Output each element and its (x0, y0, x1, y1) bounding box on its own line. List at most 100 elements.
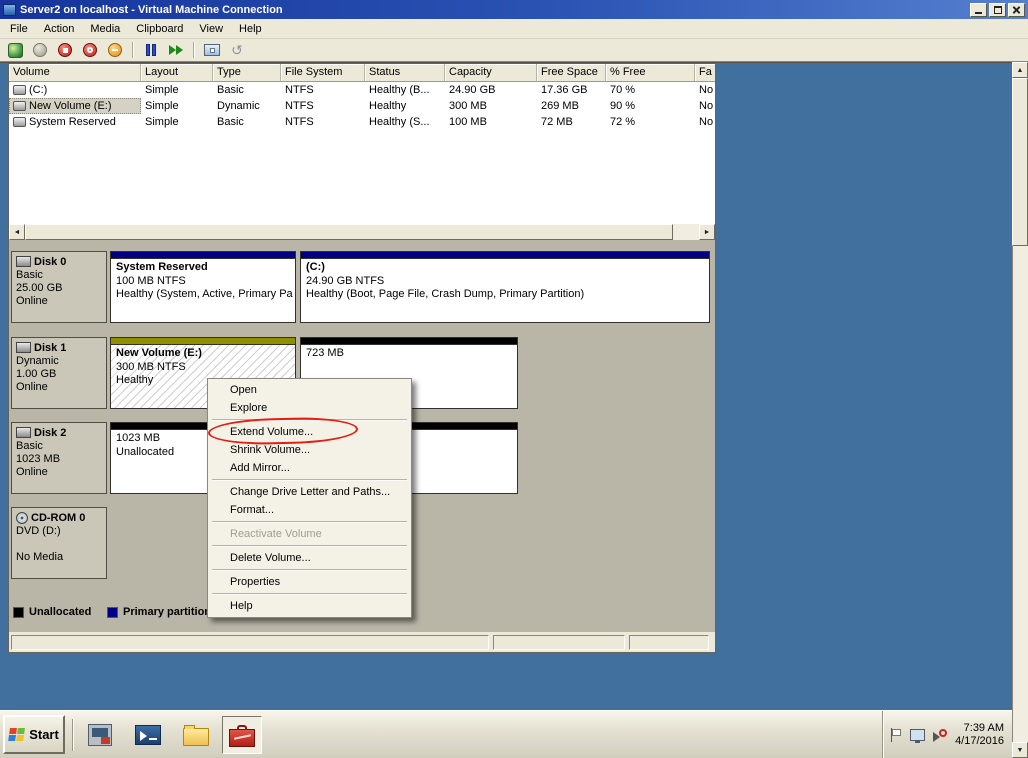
cell-capacity: 100 MB (449, 116, 487, 128)
menu-media[interactable]: Media (82, 20, 128, 38)
column-header-volume[interactable]: Volume (9, 64, 141, 82)
column-header-free-space[interactable]: Free Space (537, 64, 606, 82)
column-header-fault-tolerance[interactable]: Fa (695, 64, 715, 82)
menu-separator (212, 479, 407, 481)
disk-status: Online (16, 295, 48, 307)
quick-launch-server-manager[interactable] (80, 716, 120, 754)
close-icon (1012, 5, 1021, 14)
disk1-label-panel[interactable]: Disk 1 Dynamic 1.00 GB Online (11, 337, 107, 409)
pause-icon (146, 44, 156, 56)
network-status-icon[interactable] (910, 729, 926, 743)
ctrl-alt-del-button[interactable] (4, 40, 26, 60)
partition-c-drive[interactable]: (C:) 24.90 GB NTFS Healthy (Boot, Page F… (300, 251, 710, 323)
volume-list-horizontal-scrollbar[interactable]: ◄ ► (9, 224, 715, 240)
disk-name: Disk 1 (34, 341, 67, 354)
disk-status: Online (16, 466, 48, 478)
taskbar-separator (72, 719, 74, 751)
disk2-label-panel[interactable]: Disk 2 Basic 1023 MB Online (11, 422, 107, 494)
menu-clipboard[interactable]: Clipboard (128, 20, 191, 38)
disk-size: 1.00 GB (16, 368, 57, 380)
disk-management-icon (229, 724, 255, 747)
snapshot-button[interactable] (201, 40, 223, 60)
volume-icon (13, 117, 26, 127)
partition-title: 723 MB (306, 347, 344, 359)
maximize-button[interactable] (989, 2, 1006, 17)
notification-flag-icon[interactable] (891, 728, 902, 742)
minimize-button[interactable] (970, 2, 987, 17)
menu-view[interactable]: View (191, 20, 231, 38)
menu-item-help[interactable]: Help (210, 597, 409, 615)
scroll-up-button[interactable]: ▲ (1012, 62, 1028, 78)
partition-title: System Reserved (116, 261, 208, 273)
toolbar-separator (193, 42, 195, 58)
menu-separator (212, 593, 407, 595)
shut-down-button[interactable] (79, 40, 101, 60)
column-header-capacity[interactable]: Capacity (445, 64, 537, 82)
partition-color-bar (111, 338, 295, 345)
partition-title: (C:) (306, 261, 325, 273)
volume-row-system-reserved[interactable]: System Reserved Simple Basic NTFS Health… (9, 114, 715, 130)
start-vm-button[interactable] (29, 40, 51, 60)
menu-item-extend-volume[interactable]: Extend Volume... (210, 423, 409, 441)
taskbar-button-disk-management[interactable] (222, 716, 262, 754)
pause-button[interactable] (140, 40, 162, 60)
menu-item-delete-volume[interactable]: Delete Volume... (210, 549, 409, 567)
scroll-right-icon: ► (703, 228, 711, 236)
save-state-icon (108, 43, 122, 57)
menu-item-open[interactable]: Open (210, 381, 409, 399)
cell-fault-tolerance: No (699, 100, 714, 112)
menu-item-explore[interactable]: Explore (210, 399, 409, 417)
column-header-pct-free[interactable]: % Free (606, 64, 695, 82)
vertical-scrollbar-thumb[interactable] (1012, 78, 1028, 246)
cdrom-label-panel[interactable]: CD-ROM 0 DVD (D:) No Media (11, 507, 107, 579)
menu-file[interactable]: File (2, 20, 36, 38)
disk0-label-panel[interactable]: Disk 0 Basic 25.00 GB Online (11, 251, 107, 323)
menu-item-format[interactable]: Format... (210, 501, 409, 519)
volume-name: (C:) (29, 84, 48, 96)
horizontal-scrollbar-thumb[interactable] (25, 224, 673, 240)
save-state-button[interactable] (104, 40, 126, 60)
volume-row-new-volume-e[interactable]: New Volume (E:) Simple Dynamic NTFS Heal… (9, 98, 715, 114)
quick-launch-powershell[interactable] (128, 716, 168, 754)
reset-button[interactable] (165, 40, 187, 60)
cd-rom-icon (16, 511, 28, 524)
partition-title: New Volume (E:) (116, 347, 202, 359)
volume-row-c[interactable]: (C:) Simple Basic NTFS Healthy (B... 24.… (9, 82, 715, 98)
column-header-status[interactable]: Status (365, 64, 445, 82)
scroll-left-button[interactable]: ◄ (9, 224, 25, 240)
cell-free-space: 17.36 GB (541, 84, 588, 96)
scroll-left-icon: ◄ (13, 228, 21, 236)
menu-action[interactable]: Action (36, 20, 83, 38)
vm-vertical-scrollbar[interactable]: ▲ ▼ (1012, 62, 1028, 758)
quick-launch-explorer[interactable] (176, 716, 216, 754)
start-button[interactable]: Start (3, 715, 65, 754)
column-header-layout[interactable]: Layout (141, 64, 213, 82)
primary-partition-swatch (107, 606, 118, 618)
menu-separator (212, 419, 407, 421)
cell-type: Dynamic (217, 100, 260, 112)
status-panel (629, 634, 709, 650)
scroll-up-icon: ▲ (1016, 66, 1024, 74)
folder-icon (183, 725, 209, 746)
snapshot-icon (204, 44, 220, 56)
column-header-type[interactable]: Type (213, 64, 281, 82)
tray-clock[interactable]: 7:39 AM 4/17/2016 (955, 722, 1004, 748)
menu-item-properties[interactable]: Properties (210, 573, 409, 591)
menu-item-shrink-volume[interactable]: Shrink Volume... (210, 441, 409, 459)
menu-item-add-mirror[interactable]: Add Mirror... (210, 459, 409, 477)
revert-button[interactable]: ↺ (226, 40, 248, 60)
volume-muted-icon[interactable] (933, 729, 948, 742)
cell-status: Healthy (B... (369, 84, 430, 96)
partition-system-reserved[interactable]: System Reserved 100 MB NTFS Healthy (Sys… (110, 251, 296, 323)
volume-name: System Reserved (29, 116, 116, 128)
scroll-right-button[interactable]: ► (699, 224, 715, 240)
vmconnect-app-icon (3, 3, 16, 16)
maximize-icon (993, 5, 1002, 14)
menu-item-change-drive-letter[interactable]: Change Drive Letter and Paths... (210, 483, 409, 501)
column-header-file-system[interactable]: File System (281, 64, 365, 82)
turn-off-button[interactable] (54, 40, 76, 60)
legend-primary-partition: Primary partition (107, 606, 211, 618)
menu-help[interactable]: Help (231, 20, 270, 38)
close-button[interactable] (1008, 2, 1025, 17)
scroll-down-button[interactable]: ▼ (1012, 742, 1028, 758)
